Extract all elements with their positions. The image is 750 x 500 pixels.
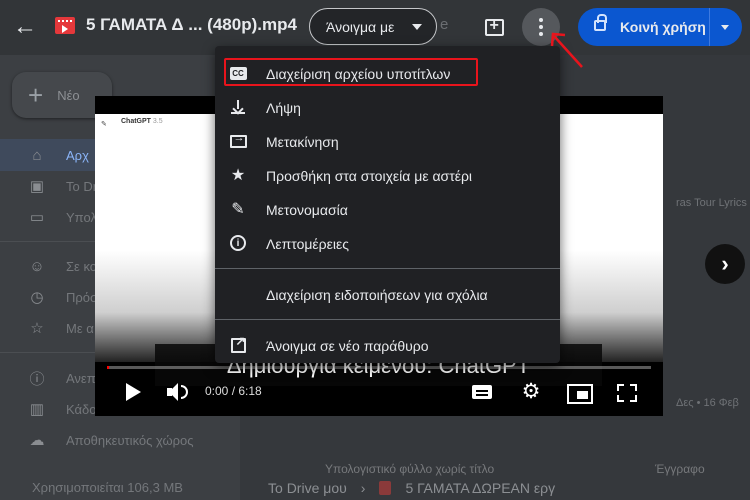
computer-icon: ▭: [29, 209, 45, 226]
people-icon: ☺: [29, 257, 45, 275]
open-with-label: Άνοιγμα με: [326, 18, 395, 35]
file-row-name: Υπολογιστικό φύλλο χωρίς τίτλο: [325, 462, 495, 476]
add-comment-icon: [484, 17, 504, 36]
home-icon: ⌂: [32, 146, 42, 164]
menu-item-label: Μετακίνηση: [266, 134, 339, 150]
move-folder-icon: [229, 132, 247, 150]
new-button-label: Νέο: [57, 87, 80, 103]
download-icon: [229, 98, 247, 116]
sidebar-item-label: Αποθηκευτικός χώρος: [66, 432, 194, 448]
more-actions-menu: CC Διαχείριση αρχείου υποτίτλων Λήψη Μετ…: [215, 46, 560, 363]
sidebar-item-label: Πρόσ: [66, 289, 99, 305]
menu-item-label: Μετονομασία: [266, 202, 348, 218]
open-in-new-icon: [229, 334, 247, 354]
menu-item-label: Προσθήκη στα στοιχεία με αστέρι: [266, 168, 473, 184]
chevron-right-icon: ›: [721, 251, 729, 276]
sidebar-item-label: Κάδο: [66, 401, 97, 417]
menu-divider: [215, 319, 560, 320]
fullscreen-icon[interactable]: [613, 378, 641, 406]
menu-item-rename[interactable]: ✎ Μετονομασία: [215, 192, 560, 226]
share-divider: [709, 8, 710, 46]
play-icon[interactable]: [119, 378, 147, 406]
plus-icon: +: [28, 80, 44, 110]
sidebar-item-storage[interactable]: ☁ Αποθηκευτικός χώρος: [0, 424, 240, 456]
cloud-icon: ☁: [29, 432, 45, 449]
sidebar-item-label: Με α: [66, 320, 94, 336]
video-controls: 0:00 / 6:18 ⚙: [95, 374, 663, 410]
breadcrumb: Το Drive μου › 5 ΓΑΜΑΤΑ ΔΩΡΕΑΝ εργ: [268, 480, 555, 496]
menu-item-download[interactable]: Λήψη: [215, 90, 560, 124]
back-arrow-icon[interactable]: ←: [10, 12, 40, 42]
subtitles-icon[interactable]: [469, 378, 497, 406]
background-text-fragment: e: [440, 16, 449, 33]
info-icon: i: [229, 234, 247, 252]
background-lyrics-text: ras Tour Lyrics: [676, 197, 747, 209]
rename-icon: ✎: [231, 201, 245, 218]
add-comment-button[interactable]: [479, 12, 509, 42]
clock-icon: ◷: [30, 289, 44, 306]
menu-item-label: Λεπτομέρειες: [266, 236, 349, 252]
file-row-name: Έγγραφο: [655, 462, 705, 476]
menu-item-label: Άνοιγμα σε νέο παράθυρο: [266, 338, 429, 354]
breadcrumb-root[interactable]: Το Drive μου: [268, 480, 347, 496]
chevron-right-icon: ›: [360, 480, 366, 496]
spam-icon: ⓘ: [29, 370, 45, 388]
menu-item-add-star[interactable]: ★ Προσθήκη στα στοιχεία με αστέρι: [215, 158, 560, 192]
share-label: Κοινή χρήση: [620, 19, 706, 35]
menu-divider: [215, 268, 560, 269]
sidebar-item-label: Ανεπ: [66, 370, 96, 386]
open-with-button[interactable]: Άνοιγμα με: [309, 8, 437, 45]
menu-item-label: Λήψη: [266, 100, 301, 116]
share-dropdown-icon[interactable]: [721, 25, 729, 30]
video-file-icon: [55, 17, 75, 34]
lock-icon: [594, 14, 607, 31]
edit-icon: ✎: [101, 121, 107, 128]
star-icon: ☆: [30, 320, 44, 337]
caret-down-icon: [412, 24, 422, 30]
video-progress-bar[interactable]: [107, 366, 651, 369]
breadcrumb-current[interactable]: 5 ΓΑΜΑΤΑ ΔΩΡΕΑΝ εργ: [405, 480, 555, 496]
trash-icon: ▥: [29, 401, 45, 418]
sidebar-item-label: Υπολ: [66, 209, 97, 225]
share-button[interactable]: Κοινή χρήση: [578, 8, 742, 46]
background-date-text: Δες • 16 Φεβ: [676, 397, 739, 409]
red-arrow-annotation: [550, 32, 583, 68]
highlight-box-annotation: [224, 58, 478, 86]
menu-item-open-new-window[interactable]: Άνοιγμα σε νέο παράθυρο: [215, 328, 560, 362]
menu-item-details[interactable]: i Λεπτομέρειες: [215, 226, 560, 260]
video-progress-fill: [107, 366, 109, 369]
menu-item-move[interactable]: Μετακίνηση: [215, 124, 560, 158]
pdf-icon: [379, 481, 392, 495]
menu-item-comment-notifications[interactable]: Διαχείριση ειδοποιήσεων για σχόλια: [215, 277, 560, 311]
video-frame-title: ChatGPT 3.5: [121, 118, 163, 125]
settings-gear-icon[interactable]: ⚙: [517, 378, 545, 406]
storage-usage: Χρησιμοποιείται 106,3 MB: [32, 480, 183, 495]
sidebar-item-label: Σε κο: [66, 258, 98, 274]
menu-item-label: Διαχείριση ειδοποιήσεων για σχόλια: [266, 287, 488, 303]
video-timecode: 0:00 / 6:18: [205, 384, 262, 398]
miniplayer-icon[interactable]: [565, 378, 593, 406]
sidebar-item-label: Αρχ: [66, 147, 89, 163]
drive-icon: ▣: [29, 178, 45, 195]
subtitles-icon-lines: [476, 394, 488, 396]
star-icon: ★: [230, 167, 246, 184]
file-title: 5 ΓΑΜΑΤΑ Δ ... (480p).mp4: [86, 15, 297, 34]
next-file-button[interactable]: ›: [705, 244, 745, 284]
